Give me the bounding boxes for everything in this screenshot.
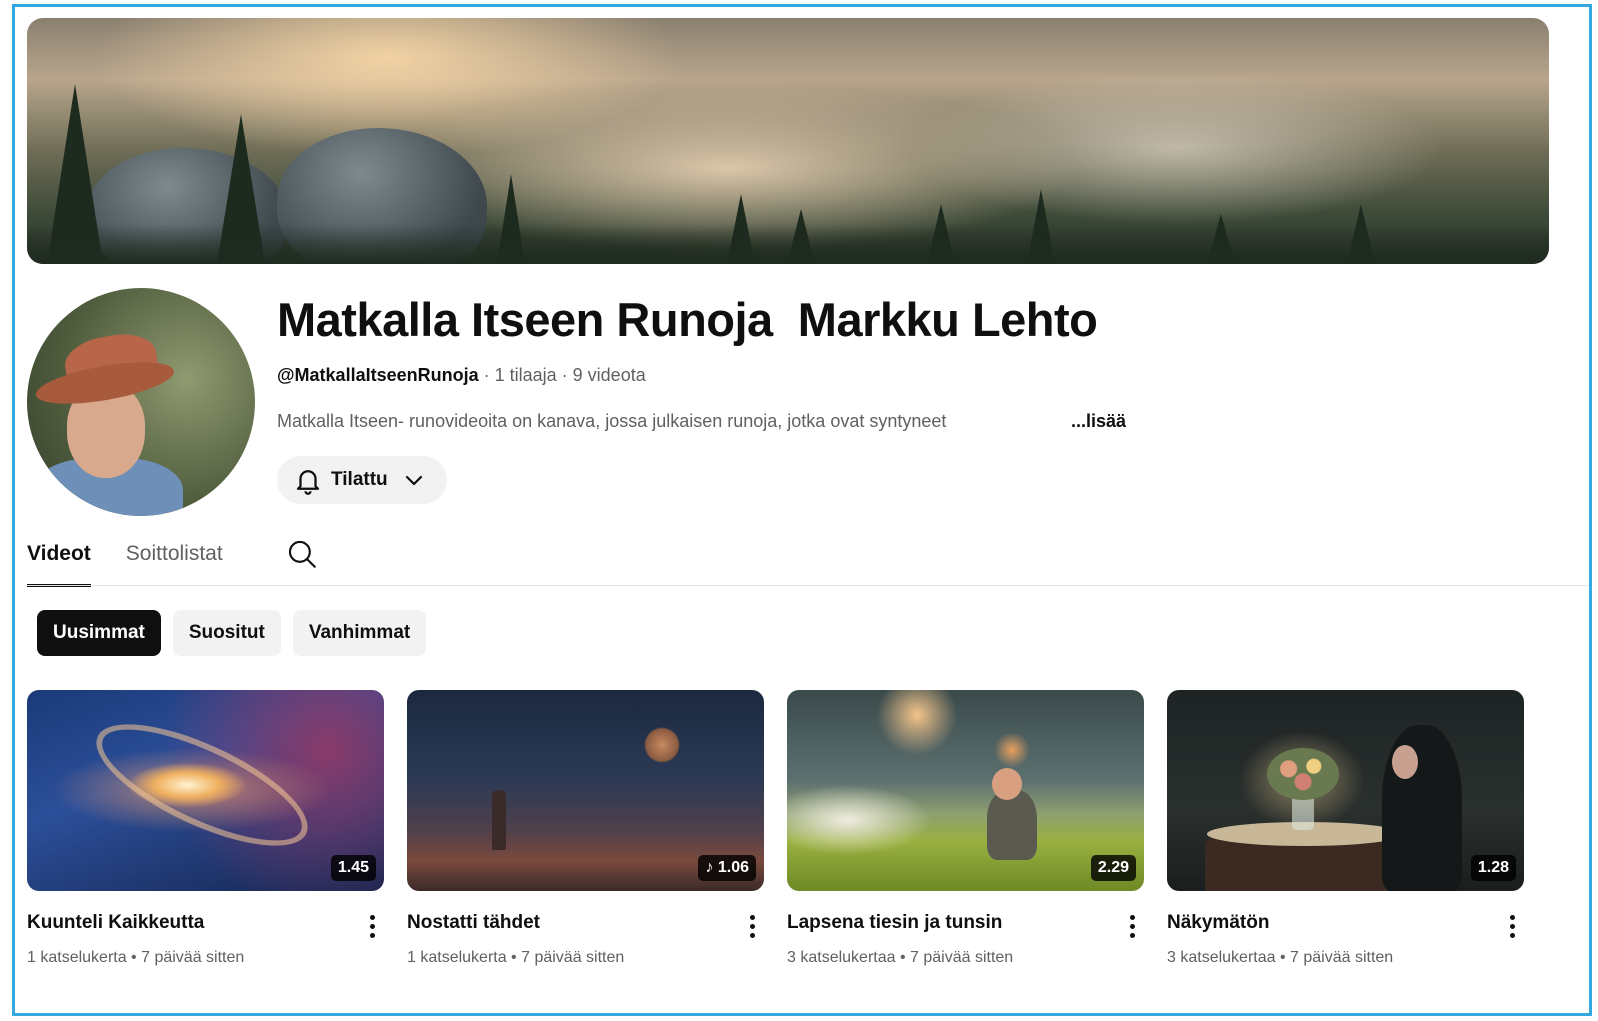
- meta-separator: ·: [478, 365, 495, 385]
- video-title[interactable]: Lapsena tiesin ja tunsin: [787, 912, 1002, 934]
- search-icon[interactable]: [285, 537, 321, 577]
- subscriber-count: 1 tilaaja: [494, 365, 557, 385]
- video-views: 1 katselukerta: [407, 949, 507, 966]
- video-card[interactable]: 1.28 Näkymätön 3 katselukertaa • 7 päivä…: [1167, 690, 1524, 966]
- video-meta: 3 katselukertaa • 7 päivää sitten: [787, 949, 1013, 967]
- tab-videos[interactable]: Videot: [27, 537, 91, 587]
- filter-newest[interactable]: Uusimmat: [37, 610, 161, 656]
- video-views: 3 katselukertaa: [787, 949, 896, 966]
- video-views: 3 katselukertaa: [1167, 949, 1276, 966]
- tab-playlists[interactable]: Soittolistat: [126, 537, 223, 587]
- channel-meta: @MatkallaItseenRunoja · 1 tilaaja · 9 vi…: [277, 365, 646, 386]
- tabs-divider: [27, 585, 1589, 586]
- video-title[interactable]: Näkymätön: [1167, 912, 1269, 934]
- video-duration: 1.28: [1470, 855, 1516, 881]
- meta-separator: •: [895, 949, 911, 966]
- meta-separator: ·: [556, 365, 573, 385]
- chevron-down-icon: [402, 468, 426, 492]
- channel-page: Matkalla Itseen Runoja Markku Lehto @Mat…: [12, 4, 1592, 1016]
- channel-banner: [27, 18, 1549, 264]
- video-meta: 1 katselukerta • 7 päivää sitten: [407, 949, 624, 967]
- channel-avatar[interactable]: [27, 288, 255, 516]
- video-thumbnail[interactable]: 1.28: [1167, 690, 1524, 891]
- subscribe-label: Tilattu: [331, 469, 388, 490]
- video-card[interactable]: 2.29 Lapsena tiesin ja tunsin 3 katseluk…: [787, 690, 1144, 966]
- video-duration: 2.29: [1090, 855, 1136, 881]
- video-card[interactable]: ♪ 1.06 Nostatti tähdet 1 katselukerta • …: [407, 690, 764, 966]
- meta-separator: •: [126, 949, 142, 966]
- video-card[interactable]: 1.45 Kuunteli Kaikkeutta 1 katselukerta …: [27, 690, 384, 966]
- video-duration: 1.45: [330, 855, 376, 881]
- channel-title: Matkalla Itseen Runoja Markku Lehto: [277, 293, 1098, 346]
- filter-popular[interactable]: Suositut: [172, 610, 281, 656]
- more-vertical-icon[interactable]: [362, 912, 382, 940]
- video-age: 7 päivää sitten: [141, 949, 245, 966]
- video-thumbnail[interactable]: ♪ 1.06: [407, 690, 764, 891]
- filter-oldest[interactable]: Vanhimmat: [292, 610, 427, 656]
- video-title[interactable]: Kuunteli Kaikkeutta: [27, 912, 204, 934]
- video-thumbnail[interactable]: 2.29: [787, 690, 1144, 891]
- sort-filters: Uusimmat Suositut Vanhimmat: [37, 610, 427, 656]
- video-views: 1 katselukerta: [27, 949, 127, 966]
- video-age: 7 päivää sitten: [1290, 949, 1394, 966]
- video-count: 9 videota: [572, 365, 646, 385]
- more-vertical-icon[interactable]: [1502, 912, 1522, 940]
- video-thumbnail[interactable]: 1.45: [27, 690, 384, 891]
- video-age: 7 päivää sitten: [910, 949, 1014, 966]
- meta-separator: •: [1275, 949, 1291, 966]
- more-link[interactable]: ...lisää: [1071, 411, 1126, 432]
- more-vertical-icon[interactable]: [1122, 912, 1142, 940]
- channel-tabs: Videot Soittolistat: [27, 537, 316, 587]
- channel-description[interactable]: Matkalla Itseen- runovideoita on kanava,…: [277, 411, 946, 432]
- meta-separator: •: [506, 949, 522, 966]
- video-title[interactable]: Nostatti tähdet: [407, 912, 540, 934]
- video-age: 7 päivää sitten: [521, 949, 625, 966]
- video-meta: 1 katselukerta • 7 päivää sitten: [27, 949, 244, 967]
- video-meta: 3 katselukertaa • 7 päivää sitten: [1167, 949, 1393, 967]
- channel-handle: @MatkallaItseenRunoja: [277, 365, 479, 385]
- video-duration: ♪ 1.06: [698, 855, 756, 881]
- bell-icon: [293, 465, 323, 495]
- more-vertical-icon[interactable]: [742, 912, 762, 940]
- subscribe-button[interactable]: Tilattu: [277, 456, 447, 504]
